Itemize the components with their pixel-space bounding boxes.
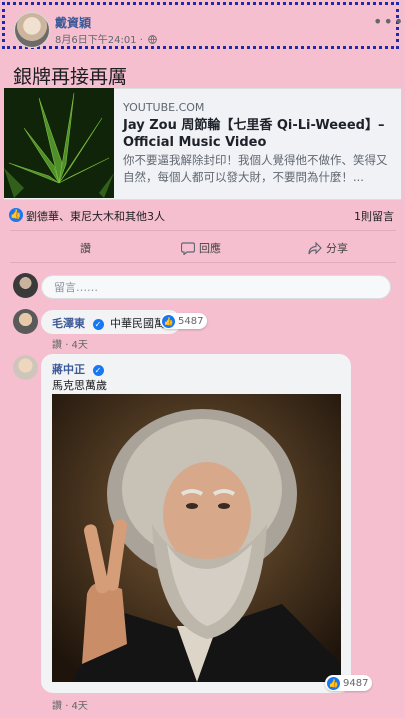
comment-meta: 讚 · 4天 [52, 697, 88, 712]
share-button[interactable]: 分享 [308, 240, 348, 256]
share-icon [308, 241, 322, 254]
divider [10, 262, 396, 263]
comment-like-count: 9487 [343, 677, 369, 689]
link-title[interactable]: Jay Zou 周節輪【七里香 Qi-Li-Weeed】– Official M… [123, 117, 393, 151]
comment-like-link[interactable]: 讚 [52, 340, 62, 351]
like-button[interactable]: 讚 [80, 240, 91, 256]
commenter-avatar[interactable] [13, 355, 38, 380]
comment-text: 馬克思萬歲 [52, 379, 107, 392]
comment-text: 中華民國萬 [110, 317, 165, 330]
bearded-man-portrait [52, 394, 341, 682]
reactions-summary[interactable]: 劉德華、東尼大木和其他3人 [26, 208, 165, 224]
comment-input-placeholder: 留言…… [54, 281, 98, 294]
share-label: 分享 [326, 242, 348, 255]
poster-avatar[interactable] [14, 12, 50, 48]
verified-icon: ✓ [92, 318, 104, 330]
commenter-name[interactable]: 蔣中正 [52, 363, 85, 376]
divider [10, 230, 396, 231]
post-text: 銀牌再接再厲 [13, 66, 128, 88]
link-description: 你不要逼我解除封印！我個人覺得他不做作、笑得又自然，每個人都可以發大財，不要問為… [123, 153, 388, 184]
comment-header: 蔣中正 ✓ [52, 361, 104, 377]
comment-count[interactable]: 1則留言 [354, 208, 394, 224]
comment-label: 回應 [199, 242, 221, 255]
comment-icon [181, 241, 195, 255]
comment-time: · 4天 [65, 701, 88, 712]
like-reaction-icon: 👍 [9, 208, 23, 222]
comment-like-count: 5487 [178, 315, 204, 327]
comment-meta: 讚 · 4天 [52, 336, 88, 351]
globe-icon [148, 35, 157, 44]
post-time-text: 8月6日下午24:01 · [55, 35, 143, 46]
comment-button[interactable]: 回應 [181, 240, 221, 256]
comment-like-badge[interactable]: 👍 5487 [160, 313, 208, 329]
comment-like-badge[interactable]: 👍 9487 [325, 675, 373, 691]
current-user-avatar [13, 273, 38, 298]
commenter-avatar[interactable] [13, 309, 38, 334]
comment-input[interactable]: 留言…… [41, 275, 391, 299]
like-icon: 👍 [327, 676, 340, 690]
like-icon: 👍 [162, 314, 175, 328]
more-options-icon[interactable]: ••• [373, 12, 404, 31]
comment-time: · 4天 [65, 340, 88, 351]
like-label: 讚 [80, 242, 91, 255]
post-timestamp[interactable]: 8月6日下午24:01 · [55, 31, 157, 46]
poster-name[interactable]: 戴資穎 [55, 14, 91, 31]
comment-content: 毛澤東 ✓ 中華民國萬 [52, 315, 165, 331]
link-thumbnail[interactable] [4, 88, 114, 198]
comment-image[interactable] [52, 394, 341, 682]
link-domain: YOUTUBE.COM [123, 101, 205, 114]
verified-icon: ✓ [92, 364, 104, 376]
cannabis-leaf-image [4, 88, 114, 198]
comment-like-link[interactable]: 讚 [52, 701, 62, 712]
commenter-name[interactable]: 毛澤東 [52, 317, 85, 330]
